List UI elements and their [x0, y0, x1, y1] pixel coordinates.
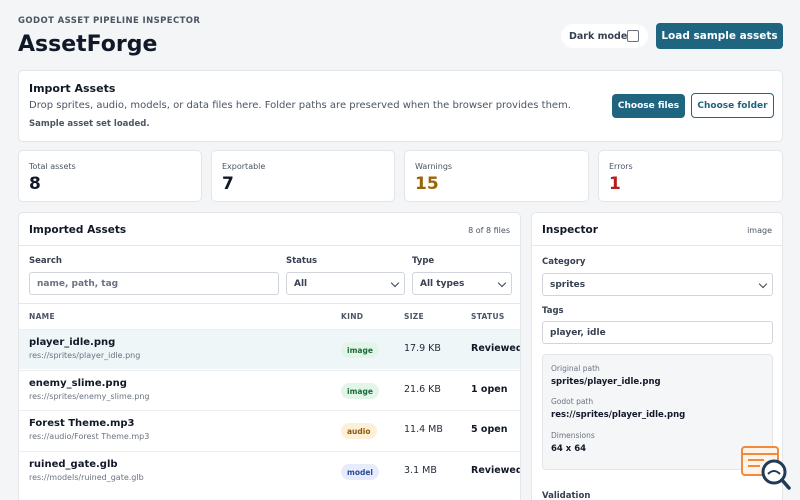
kind-badge: audio: [341, 423, 377, 439]
asset-name: enemy_slime.png: [29, 378, 127, 389]
status-filter-select[interactable]: All: [286, 272, 405, 295]
asset-path: res://audio/Forest Theme.mp3: [29, 432, 150, 441]
dimensions-value: 64 x 64: [551, 444, 587, 454]
asset-size: 17.9 KB: [404, 343, 441, 354]
stat-value: 7: [222, 174, 234, 194]
column-header-name[interactable]: NAME: [29, 312, 55, 321]
divider: [532, 245, 782, 246]
asset-name: player_idle.png: [29, 337, 116, 348]
search-label: Search: [29, 256, 62, 266]
asset-status: Reviewed: [471, 465, 521, 476]
choose-folder-button[interactable]: Choose folder: [691, 93, 774, 118]
stat-warnings: Warnings 15: [404, 150, 589, 202]
file-count: 8 of 8 files: [468, 226, 510, 235]
status-filter-value: All: [294, 278, 308, 289]
dark-mode-label: Dark mode: [569, 30, 628, 42]
table-row[interactable]: ruined_gate.glb res://models/ruined_gate…: [19, 451, 521, 491]
category-value: sprites: [550, 279, 586, 290]
asset-size: 21.6 KB: [404, 384, 441, 395]
status-filter-label: Status: [286, 256, 318, 266]
table-row[interactable]: player_idle.png res://sprites/player_idl…: [19, 329, 521, 369]
type-filter-select[interactable]: All types: [412, 272, 512, 295]
asset-status: 1 open: [471, 384, 508, 395]
category-select[interactable]: sprites: [542, 273, 773, 296]
import-description: Drop sprites, audio, models, or data fil…: [29, 100, 571, 111]
original-path-label: Original path: [551, 364, 600, 373]
search-input[interactable]: name, path, tag: [29, 272, 279, 295]
imported-assets-title: Imported Assets: [29, 224, 127, 236]
asset-status: 5 open: [471, 424, 508, 435]
asset-path: res://sprites/player_idle.png: [29, 351, 141, 360]
validation-label: Validation: [542, 491, 591, 500]
dark-mode-checkbox[interactable]: [627, 30, 639, 42]
stat-value: 8: [29, 174, 41, 194]
table-row[interactable]: Forest Theme.mp3 res://audio/Forest Them…: [19, 410, 520, 450]
inspector-kind: image: [747, 226, 772, 235]
asset-name: Forest Theme.mp3: [29, 418, 135, 429]
choose-files-button[interactable]: Choose files: [612, 94, 685, 118]
column-header-kind[interactable]: KIND: [341, 312, 363, 321]
asset-info-box: Original path sprites/player_idle.png Go…: [542, 354, 773, 470]
app-header: GODOT ASSET PIPELINE INSPECTOR AssetForg…: [18, 16, 200, 57]
stat-value: 15: [415, 174, 439, 194]
kind-badge: model: [341, 464, 379, 480]
stat-label: Total assets: [29, 162, 76, 171]
stat-errors: Errors 1: [598, 150, 783, 202]
chevron-down-icon: [390, 278, 400, 288]
asset-size: 3.1 MB: [404, 465, 437, 476]
load-sample-assets-button[interactable]: Load sample assets: [656, 23, 783, 49]
tags-value: player, idle: [550, 327, 606, 338]
type-filter-label: Type: [412, 256, 435, 266]
tags-label: Tags: [542, 306, 564, 316]
inspector-title: Inspector: [542, 224, 598, 236]
inspector-logo-icon: [741, 446, 791, 490]
app-title: AssetForge: [18, 32, 158, 57]
stat-exportable: Exportable 7: [211, 150, 395, 202]
divider: [19, 303, 520, 304]
chevron-down-icon: [497, 278, 507, 288]
dimensions-label: Dimensions: [551, 431, 595, 440]
import-title: Import Assets: [29, 82, 116, 95]
stat-label: Warnings: [415, 162, 453, 171]
asset-path: res://sprites/enemy_slime.png: [29, 392, 150, 401]
divider: [19, 245, 520, 246]
column-header-status[interactable]: STATUS: [471, 312, 505, 321]
type-filter-value: All types: [420, 278, 465, 289]
import-status: Sample asset set loaded.: [29, 119, 150, 129]
stat-value: 1: [609, 174, 621, 194]
search-placeholder: name, path, tag: [37, 278, 119, 289]
app-eyebrow: GODOT ASSET PIPELINE INSPECTOR: [18, 16, 201, 26]
kind-badge: image: [341, 342, 379, 358]
column-header-size[interactable]: SIZE: [404, 312, 424, 321]
asset-status: Reviewed: [471, 343, 521, 354]
dark-mode-toggle[interactable]: Dark mode: [561, 24, 648, 48]
table-row[interactable]: enemy_slime.png res://sprites/enemy_slim…: [19, 370, 520, 410]
stat-total-assets: Total assets 8: [18, 150, 202, 202]
import-assets-dropzone[interactable]: Import Assets Drop sprites, audio, model…: [18, 70, 783, 142]
category-label: Category: [542, 257, 586, 267]
chevron-down-icon: [758, 279, 768, 289]
original-path-value: sprites/player_idle.png: [551, 377, 661, 387]
asset-name: ruined_gate.glb: [29, 459, 118, 470]
stat-label: Errors: [609, 162, 633, 171]
godot-path-value: res://sprites/player_idle.png: [551, 410, 686, 420]
godot-path-label: Godot path: [551, 397, 594, 406]
tags-input[interactable]: player, idle: [542, 321, 773, 344]
stat-label: Exportable: [222, 162, 266, 171]
asset-path: res://models/ruined_gate.glb: [29, 473, 144, 482]
kind-badge: image: [341, 383, 379, 399]
asset-size: 11.4 MB: [404, 424, 443, 435]
imported-assets-panel: Imported Assets 8 of 8 files Search name…: [18, 212, 521, 500]
